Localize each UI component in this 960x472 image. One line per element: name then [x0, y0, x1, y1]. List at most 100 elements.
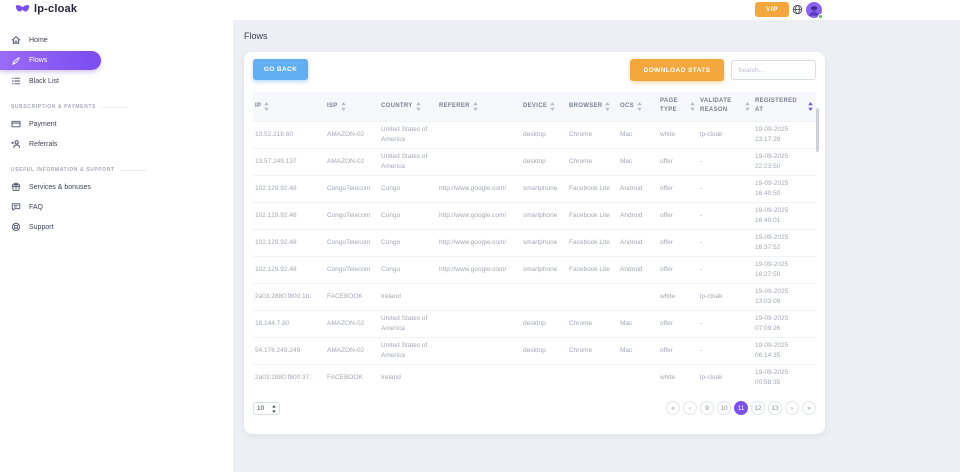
table-header-row: IPISPCOUNTRYREFERERDEVICEBROWSEROCSPAGE … [253, 92, 816, 121]
column-header-validate-reason[interactable]: VALIDATE REASON [698, 92, 753, 121]
globe-icon[interactable] [792, 4, 803, 15]
cell-device: smartphone [521, 229, 567, 256]
page-button-10[interactable]: 10 [717, 401, 731, 415]
table-row: 54.176.249.249AMAZON-02United States of … [253, 337, 816, 364]
cell-country: United States of America [379, 337, 437, 364]
cell-registered-at: 19-09-2025 22:23:50 [753, 148, 816, 175]
table-row: 2a03:2880:f800:37::FACEBOOKIrelandwhitel… [253, 364, 816, 391]
column-header-isp[interactable]: ISP [325, 92, 379, 121]
cell-ip: 102.129.92.48 [253, 229, 325, 256]
cell-ip: 54.176.249.249 [253, 337, 325, 364]
column-header-ip[interactable]: IP [253, 92, 325, 121]
page-next-button[interactable]: › [785, 401, 799, 415]
column-header-browser[interactable]: BROWSER [567, 92, 618, 121]
column-header-country[interactable]: COUNTRY [379, 92, 437, 121]
cell-isp: CongoTelecom [325, 229, 379, 256]
page-first-button[interactable]: « [666, 401, 680, 415]
cell-page-type: offer [658, 310, 698, 337]
topbar: lp-cloak VIP [0, 0, 960, 20]
column-header-ocs[interactable]: OCS [618, 92, 658, 121]
search-input[interactable] [731, 60, 816, 80]
sort-icon[interactable] [690, 102, 695, 111]
cell-country: United States of America [379, 148, 437, 175]
column-header-device[interactable]: DEVICE [521, 92, 567, 121]
cell-ocs: Android [618, 256, 658, 283]
column-header-registered-at[interactable]: REGISTERED AT [753, 92, 816, 121]
page-last-button[interactable]: » [802, 401, 816, 415]
cell-browser: Facebook Lite [567, 175, 618, 202]
cell-ip: 102.129.92.48 [253, 175, 325, 202]
sidebar: HomeFlowsBlack List Subscription & Payme… [0, 20, 233, 472]
page-button-13[interactable]: 13 [768, 401, 782, 415]
cell-validate-reason: lp-cloak [698, 364, 753, 391]
flows-table: IPISPCOUNTRYREFERERDEVICEBROWSEROCSPAGE … [253, 92, 816, 391]
cell-page-type: offer [658, 148, 698, 175]
sort-icon[interactable] [341, 102, 346, 111]
table-scrollbar[interactable] [816, 108, 819, 152]
cell-referer: http://www.google.com/ [437, 202, 521, 229]
cell-browser: Facebook Lite [567, 229, 618, 256]
sort-icon[interactable] [745, 102, 750, 111]
cell-validate-reason: - [698, 148, 753, 175]
sort-icon[interactable] [637, 102, 642, 111]
sidebar-item-referrals[interactable]: Referrals [0, 134, 233, 154]
cell-validate-reason: - [698, 202, 753, 229]
column-header-referer[interactable]: REFERER [437, 92, 521, 121]
cell-referer [437, 148, 521, 175]
sort-icon[interactable] [416, 102, 421, 111]
sort-icon[interactable] [808, 102, 813, 111]
sort-icon[interactable] [605, 102, 610, 111]
table-row: 102.129.92.48CongoTelecomCongohttp://www… [253, 256, 816, 283]
cell-registered-at: 19-09-2025 13:03:09 [753, 283, 816, 310]
cell-referer [437, 310, 521, 337]
cell-device [521, 364, 567, 391]
sidebar-item-label: Referrals [29, 141, 57, 148]
cell-referer: http://www.google.com/ [437, 175, 521, 202]
sidebar-section-title: Useful information & support [11, 167, 233, 173]
cell-page-type: white [658, 121, 698, 148]
download-stats-button[interactable]: DOWNLOAD STATS [630, 59, 724, 81]
services-icon [11, 182, 21, 192]
online-status-dot [818, 14, 823, 19]
cell-registered-at: 19-09-2025 00:58:35 [753, 364, 816, 391]
sidebar-item-support[interactable]: Support [0, 217, 233, 237]
cell-referer: http://www.google.com/ [437, 256, 521, 283]
cell-ip: 102.129.92.48 [253, 256, 325, 283]
cell-browser: Chrome [567, 148, 618, 175]
page-button-12[interactable]: 12 [751, 401, 765, 415]
sort-icon[interactable] [473, 102, 478, 111]
cell-browser: Chrome [567, 121, 618, 148]
cell-ocs: Mac [618, 310, 658, 337]
page-button-11[interactable]: 11 [734, 401, 748, 415]
cell-referer [437, 364, 521, 391]
sidebar-section-title: Subscription & Payments [11, 104, 233, 110]
cell-ocs: Mac [618, 148, 658, 175]
cell-registered-at: 19-09-2025 06:14:35 [753, 337, 816, 364]
cell-referer [437, 121, 521, 148]
cell-device: desktop [521, 121, 567, 148]
sidebar-item-home[interactable]: Home [0, 30, 233, 50]
sort-icon[interactable] [550, 102, 555, 111]
sidebar-item-faq[interactable]: FAQ [0, 197, 233, 217]
sidebar-item-label: FAQ [29, 204, 43, 211]
go-back-button[interactable]: GO BACK [253, 59, 308, 80]
cell-referer: http://www.google.com/ [437, 229, 521, 256]
page-button-9[interactable]: 9 [700, 401, 714, 415]
avatar[interactable] [806, 2, 822, 18]
cell-registered-at: 19-09-2025 16:40:01 [753, 202, 816, 229]
page-prev-button[interactable]: ‹ [683, 401, 697, 415]
cell-registered-at: 19-09-2025 23:17:29 [753, 121, 816, 148]
vip-button[interactable]: VIP [755, 2, 789, 17]
cell-page-type: offer [658, 229, 698, 256]
column-header-page-type[interactable]: PAGE TYPE [658, 92, 698, 121]
cell-registered-at: 19-09-2025 16:27:59 [753, 256, 816, 283]
cell-ocs: Android [618, 229, 658, 256]
cell-country: United States of America [379, 121, 437, 148]
sidebar-item-flows[interactable]: Flows [0, 51, 101, 70]
sidebar-item-payment[interactable]: Payment [0, 114, 233, 134]
page-size-select[interactable]: 10 [253, 402, 280, 415]
sidebar-item-black-list[interactable]: Black List [0, 71, 233, 91]
sort-icon[interactable] [264, 102, 269, 111]
cell-browser: Chrome [567, 337, 618, 364]
sidebar-item-services-bonuses[interactable]: Services & bonuses [0, 177, 233, 197]
